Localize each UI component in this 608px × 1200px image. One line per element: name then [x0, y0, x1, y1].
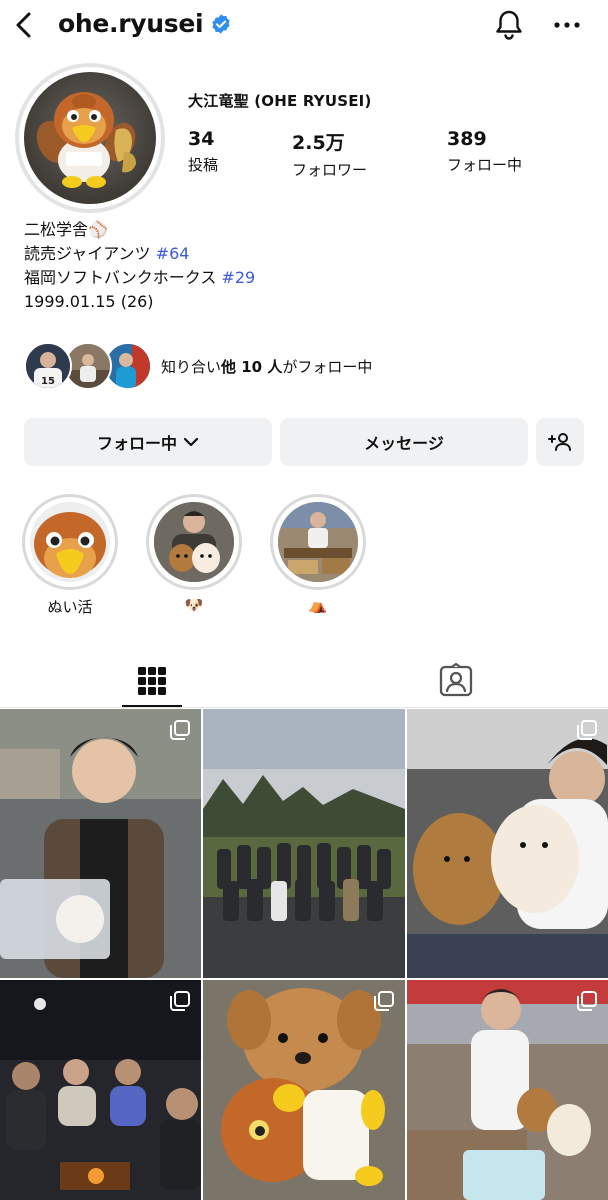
followers-count: 2.5万 [292, 132, 345, 154]
bio-hashtag-29[interactable]: #29 [221, 268, 255, 287]
profile-avatar[interactable] [15, 63, 165, 213]
following-label: フォロー中 [447, 156, 523, 174]
bio-line-hawks: 福岡ソフトバンクホークス #29 [24, 266, 255, 290]
multi-photo-icon [577, 991, 597, 1011]
highlight-nui[interactable]: ぬい活 [22, 494, 118, 617]
highlight-cover-image [154, 502, 234, 582]
username-text: ohe.ryusei [58, 9, 204, 38]
highlight-label: 🐶 [184, 596, 204, 614]
suggest-users-button[interactable] [536, 418, 584, 466]
highlight-camp[interactable]: ⛺ [270, 494, 366, 614]
message-button-label: メッセージ [364, 434, 444, 453]
followers-stat[interactable]: 2.5万 フォロワー [292, 128, 367, 180]
svg-text:15: 15 [41, 376, 55, 387]
post-thumbnail[interactable] [203, 980, 405, 1200]
tagged-person-icon [439, 663, 473, 697]
bio-line-giants: 読売ジャイアンツ #64 [24, 242, 255, 266]
post-thumbnail[interactable] [407, 980, 608, 1200]
post-thumbnail[interactable] [0, 709, 201, 978]
bio-line-birthday: 1999.01.15 (26) [24, 292, 154, 311]
bio-team-text: 福岡ソフトバンクホークス [24, 268, 222, 287]
hawk-mascot-plush-image [36, 92, 136, 188]
highlight-label: ぬい活 [47, 598, 93, 616]
posts-stat[interactable]: 34 投稿 [188, 128, 218, 175]
tabs-divider [0, 707, 608, 708]
bell-icon [496, 10, 522, 40]
tab-tagged[interactable] [424, 654, 488, 708]
profile-bio: 二松学舎⚾ 読売ジャイアンツ #64 福岡ソフトバンクホークス #29 1999… [24, 218, 255, 314]
profile-picture [24, 72, 156, 204]
verified-badge-icon [212, 13, 230, 34]
mutual-followers-text: 知り合い他 10 人がフォロー中 [161, 358, 373, 376]
posts-label: 投稿 [188, 156, 219, 174]
highlight-label: ⛺ [308, 596, 328, 614]
highlight-cover-image [30, 502, 110, 582]
bio-team-text: 読売ジャイアンツ [24, 244, 156, 263]
message-button[interactable]: メッセージ [280, 418, 528, 466]
chevron-down-icon [183, 437, 199, 447]
highlight-cover-image [278, 502, 358, 582]
mutual-avatar: 15 [24, 342, 72, 390]
profile-username: ohe.ryusei [58, 9, 232, 38]
bio-line-school: 二松学舎⚾ [24, 220, 108, 239]
grid-icon [138, 667, 166, 695]
following-count: 389 [447, 128, 487, 150]
post-thumbnail[interactable] [0, 980, 201, 1200]
highlight-dog[interactable]: 🐶 [146, 494, 242, 614]
post-thumbnail[interactable] [407, 709, 608, 978]
multi-photo-icon [577, 720, 597, 740]
posts-count: 34 [188, 128, 215, 150]
display-name: 大江竜聖 (OHE RYUSEI) [188, 92, 372, 110]
back-button[interactable] [10, 8, 38, 42]
chevron-left-icon [16, 12, 31, 38]
following-stat[interactable]: 389 フォロー中 [447, 128, 522, 175]
add-person-icon [548, 433, 571, 451]
post-thumbnail[interactable] [203, 709, 405, 978]
following-button-label: フォロー中 [96, 434, 177, 453]
multi-photo-icon [170, 991, 190, 1011]
more-options-button[interactable] [550, 8, 584, 42]
followers-label: フォロワー [292, 161, 368, 179]
bio-hashtag-64[interactable]: #64 [156, 244, 190, 263]
mutual-followers[interactable]: 15 知り合い他 10 人がフォロー中 [24, 342, 584, 392]
top-bar: ohe.ryusei [0, 0, 608, 52]
multi-photo-icon [374, 991, 394, 1011]
more-horizontal-icon [554, 22, 580, 28]
notifications-button[interactable] [492, 8, 526, 42]
tab-posts-grid[interactable] [120, 654, 184, 708]
multi-photo-icon [170, 720, 190, 740]
following-button[interactable]: フォロー中 [24, 418, 272, 466]
